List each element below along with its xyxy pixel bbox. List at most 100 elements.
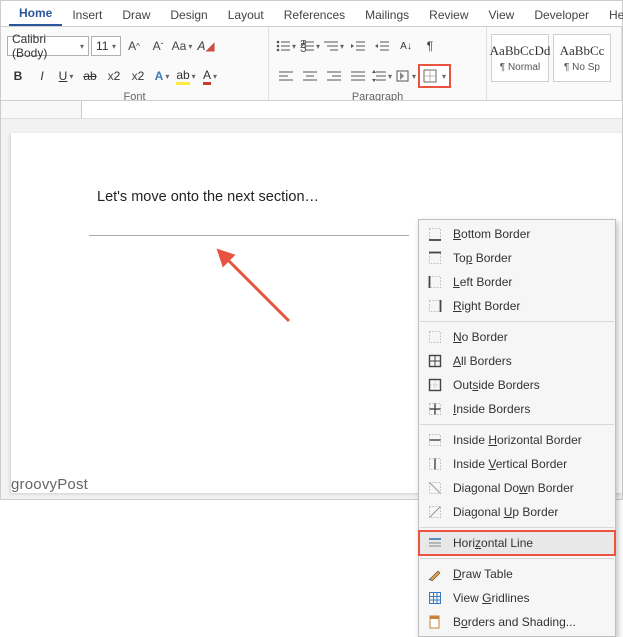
- menu-item-inside[interactable]: Inside Borders: [419, 397, 615, 421]
- outside-icon: [427, 377, 443, 393]
- draw-icon: [427, 566, 443, 582]
- menu-item-label: View Gridlines: [453, 591, 530, 605]
- chevron-down-icon: ▾: [112, 42, 116, 51]
- align-center-button[interactable]: [299, 65, 321, 87]
- menu-item-label: Horizontal Line: [453, 536, 533, 550]
- document-text[interactable]: Let's move onto the next section…: [97, 189, 319, 205]
- menu-separator: [420, 321, 614, 322]
- clear-formatting-button[interactable]: A◢: [195, 35, 217, 57]
- subscript-button[interactable]: x2: [103, 65, 125, 87]
- bottom-icon: [427, 226, 443, 242]
- superscript-button[interactable]: x2: [127, 65, 149, 87]
- shading-button[interactable]: ▾: [395, 65, 417, 87]
- menu-item-label: Bottom Border: [453, 227, 530, 241]
- menu-item-right[interactable]: Right Border: [419, 294, 615, 318]
- menu-separator: [420, 558, 614, 559]
- tab-references[interactable]: References: [274, 3, 355, 26]
- menu-item-top[interactable]: Top Border: [419, 246, 615, 270]
- inside-v-icon: [427, 456, 443, 472]
- menu-item-label: Diagonal Down Border: [453, 481, 574, 495]
- menu-item-gridlines[interactable]: View Gridlines: [419, 586, 615, 610]
- tab-view[interactable]: View: [479, 3, 525, 26]
- horizontal-line[interactable]: [89, 235, 409, 236]
- tab-mailings[interactable]: Mailings: [355, 3, 419, 26]
- align-left-button[interactable]: [275, 65, 297, 87]
- tab-home[interactable]: Home: [9, 1, 62, 26]
- align-right-button[interactable]: [323, 65, 345, 87]
- font-size-combo[interactable]: 11 ▾: [91, 36, 121, 56]
- ruler[interactable]: [1, 101, 622, 119]
- shrink-font-button[interactable]: Aˇ: [147, 35, 169, 57]
- menu-item-outside[interactable]: Outside Borders: [419, 373, 615, 397]
- menu-item-none[interactable]: No Border: [419, 325, 615, 349]
- menu-item-inside-h[interactable]: Inside Horizontal Border: [419, 428, 615, 452]
- strikethrough-button[interactable]: ab: [79, 65, 101, 87]
- tab-review[interactable]: Review: [419, 3, 478, 26]
- underline-button[interactable]: U▾: [55, 65, 77, 87]
- all-icon: [427, 353, 443, 369]
- text-effects-button[interactable]: A▾: [151, 65, 173, 87]
- justify-button[interactable]: [347, 65, 369, 87]
- menu-item-label: Left Border: [453, 275, 512, 289]
- top-icon: [427, 250, 443, 266]
- menu-item-label: Top Border: [453, 251, 512, 265]
- borders-button[interactable]: ▾: [419, 65, 450, 87]
- grow-font-button[interactable]: A^: [123, 35, 145, 57]
- group-font: Calibri (Body)▾ 11▾ A^ Aˇ Aa▾ A◢ B I U▾ …: [1, 27, 269, 100]
- menu-item-bottom[interactable]: Bottom Border: [419, 222, 615, 246]
- sort-button[interactable]: A↓: [395, 35, 417, 57]
- highlight-button[interactable]: ab▾: [175, 65, 197, 87]
- ribbon-tabs: HomeInsertDrawDesignLayoutReferencesMail…: [1, 1, 622, 27]
- gridlines-icon: [427, 590, 443, 606]
- font-name-combo[interactable]: Calibri (Body)▾: [7, 36, 89, 56]
- style-preview-1[interactable]: AaBbCc¶ No Sp: [553, 34, 611, 82]
- right-icon: [427, 298, 443, 314]
- tab-draw[interactable]: Draw: [112, 3, 160, 26]
- menu-item-all[interactable]: All Borders: [419, 349, 615, 373]
- inside-h-icon: [427, 432, 443, 448]
- line-spacing-button[interactable]: ▾: [371, 65, 393, 87]
- tab-insert[interactable]: Insert: [62, 3, 112, 26]
- bold-button[interactable]: B: [7, 65, 29, 87]
- font-name-value: Calibri (Body): [12, 32, 78, 60]
- menu-item-diag-down: Diagonal Down Border: [419, 476, 615, 500]
- menu-item-label: Inside Borders: [453, 402, 530, 416]
- menu-item-left[interactable]: Left Border: [419, 270, 615, 294]
- menu-item-draw[interactable]: Draw Table: [419, 562, 615, 586]
- style-preview-0[interactable]: AaBbCcDd¶ Normal: [491, 34, 549, 82]
- font-size-value: 11: [96, 39, 108, 53]
- annotation-arrow-icon: [211, 243, 301, 333]
- menu-item-label: Inside Horizontal Border: [453, 433, 582, 447]
- group-paragraph: ▾ 123▾ ▾ A↓ ¶ ▾ ▾ ▾ Paragraph: [269, 27, 487, 100]
- bullets-button[interactable]: ▾: [275, 35, 297, 57]
- left-icon: [427, 274, 443, 290]
- menu-item-label: All Borders: [453, 354, 512, 368]
- numbering-button[interactable]: 123▾: [299, 35, 321, 57]
- page-area: Let's move onto the next section… Bottom…: [1, 119, 622, 499]
- menu-item-shading[interactable]: Borders and Shading...: [419, 610, 615, 634]
- inside-icon: [427, 401, 443, 417]
- increase-indent-button[interactable]: [371, 35, 393, 57]
- hline-icon: [427, 535, 443, 551]
- menu-item-label: Draw Table: [453, 567, 513, 581]
- menu-separator: [420, 527, 614, 528]
- menu-item-inside-v[interactable]: Inside Vertical Border: [419, 452, 615, 476]
- group-styles: AaBbCcDd¶ NormalAaBbCc¶ No Sp: [487, 27, 622, 100]
- italic-button[interactable]: I: [31, 65, 53, 87]
- tab-layout[interactable]: Layout: [218, 3, 274, 26]
- tab-developer[interactable]: Developer: [524, 3, 599, 26]
- change-case-button[interactable]: Aa▾: [171, 35, 193, 57]
- font-color-button[interactable]: A▾: [199, 65, 221, 87]
- diag-down-icon: [427, 480, 443, 496]
- menu-item-hline[interactable]: Horizontal Line: [419, 531, 615, 555]
- diag-up-icon: [427, 504, 443, 520]
- shading-icon: [427, 614, 443, 630]
- decrease-indent-button[interactable]: [347, 35, 369, 57]
- watermark-text: groovyPost: [11, 476, 88, 493]
- tab-design[interactable]: Design: [160, 3, 217, 26]
- multilevel-list-button[interactable]: ▾: [323, 35, 345, 57]
- show-marks-button[interactable]: ¶: [419, 35, 441, 57]
- ribbon: Calibri (Body)▾ 11▾ A^ Aˇ Aa▾ A◢ B I U▾ …: [1, 27, 622, 101]
- menu-item-label: Outside Borders: [453, 378, 540, 392]
- tab-help[interactable]: Help: [599, 3, 623, 26]
